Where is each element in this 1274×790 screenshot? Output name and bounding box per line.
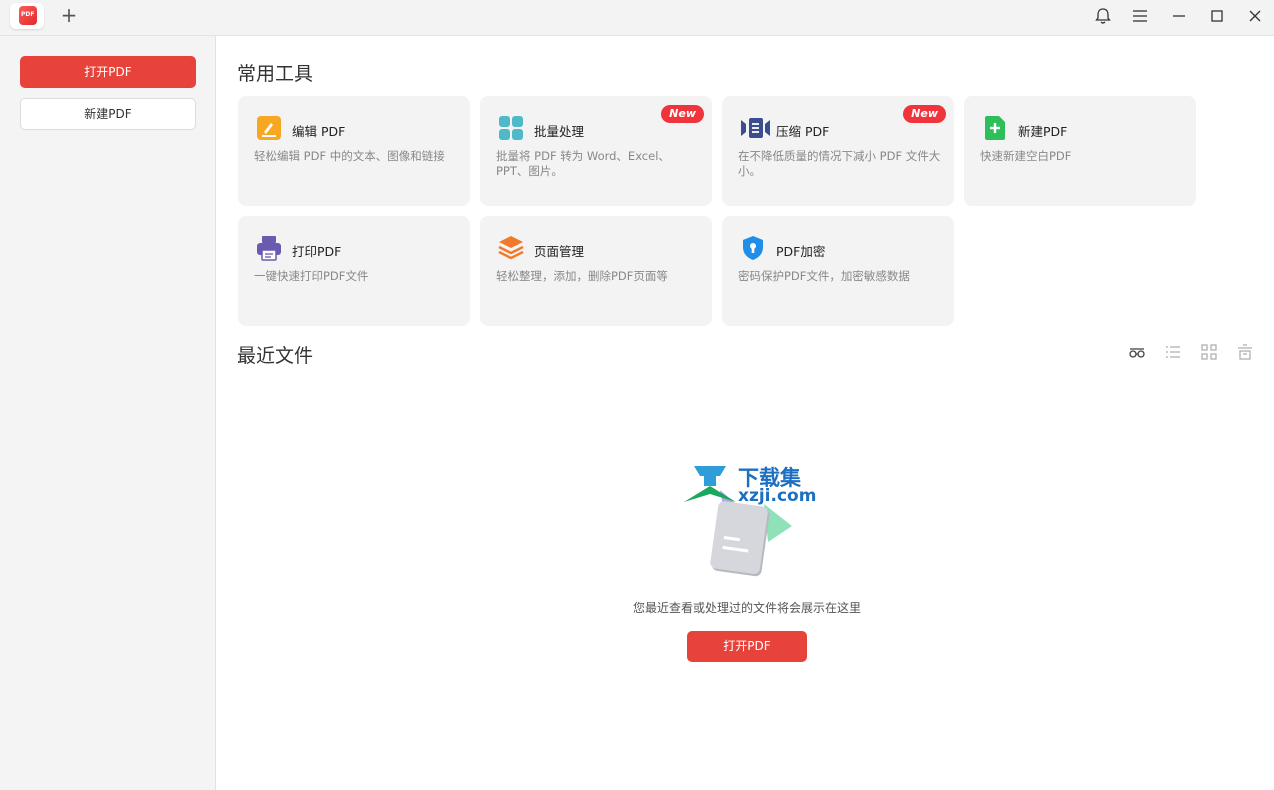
open-pdf-main-button[interactable]: 打开PDF xyxy=(687,631,807,662)
tool-card-desc: 快速新建空白PDF xyxy=(980,149,1072,163)
tools-section-title: 常用工具 xyxy=(237,63,314,85)
tool-card-title: 批量处理 xyxy=(534,124,585,139)
minimize-button[interactable] xyxy=(1167,6,1191,26)
new-badge: New xyxy=(661,105,704,123)
print-icon xyxy=(256,235,282,261)
tool-card-desc: 在不降低质量的情况下减小 PDF 文件大小。 xyxy=(738,149,941,178)
title-bar: PDF + xyxy=(0,0,1274,36)
list-view-icon[interactable] xyxy=(1164,343,1182,361)
tool-card-title: 新建PDF xyxy=(1018,124,1068,139)
tool-card-new-pdf[interactable]: 新建PDF 快速新建空白PDF xyxy=(964,96,1196,206)
tool-card-desc: 批量将 PDF 转为 Word、Excel、PPT、图片。 xyxy=(496,149,670,178)
tool-card-desc: 轻松编辑 PDF 中的文本、图像和链接 xyxy=(254,149,445,163)
tool-card-pages[interactable]: 页面管理 轻松整理，添加，删除PDF页面等 xyxy=(480,216,712,326)
new-pdf-button[interactable]: 新建PDF xyxy=(20,98,196,130)
pages-icon xyxy=(498,235,524,261)
recent-section-title: 最近文件 xyxy=(237,345,314,367)
app-tab[interactable]: PDF xyxy=(10,3,44,29)
shield-icon xyxy=(740,235,766,261)
edit-icon xyxy=(256,115,282,141)
compress-icon xyxy=(740,115,770,141)
notification-bell-icon[interactable] xyxy=(1091,6,1115,26)
maximize-button[interactable] xyxy=(1205,6,1229,26)
new-pdf-icon xyxy=(982,115,1008,141)
tool-card-title: 页面管理 xyxy=(534,244,585,259)
tool-card-desc: 一键快速打印PDF文件 xyxy=(254,269,369,283)
clear-icon[interactable] xyxy=(1236,343,1254,361)
tool-card-print[interactable]: 打印PDF 一键快速打印PDF文件 xyxy=(238,216,470,326)
app-logo-icon: PDF xyxy=(19,6,37,25)
empty-state-illustration: 下载集 xzji.com xyxy=(680,462,820,582)
watermark-en-text: xzji.com xyxy=(738,486,817,506)
add-tab-button[interactable]: + xyxy=(60,5,78,25)
tool-card-title: 编辑 PDF xyxy=(292,124,346,139)
new-badge: New xyxy=(903,105,946,123)
batch-icon xyxy=(498,115,524,141)
tool-card-title: 压缩 PDF xyxy=(776,124,830,139)
tool-card-batch[interactable]: 批量处理 批量将 PDF 转为 Word、Excel、PPT、图片。 New xyxy=(480,96,712,206)
tool-card-desc: 密码保护PDF文件，加密敏感数据 xyxy=(738,269,910,283)
tool-card-desc: 轻松整理，添加，删除PDF页面等 xyxy=(496,269,668,283)
app-logo-text: PDF xyxy=(21,11,35,18)
empty-state-text: 您最近查看或处理过的文件将会展示在这里 xyxy=(632,601,861,615)
grid-view-icon[interactable] xyxy=(1200,343,1218,361)
open-pdf-button[interactable]: 打开PDF xyxy=(20,56,196,88)
tool-card-title: PDF加密 xyxy=(776,244,826,259)
close-button[interactable] xyxy=(1243,6,1267,26)
sidebar: 打开PDF 新建PDF xyxy=(0,36,216,790)
tool-card-encrypt[interactable]: PDF加密 密码保护PDF文件，加密敏感数据 xyxy=(722,216,954,326)
menu-icon[interactable] xyxy=(1128,6,1152,26)
glasses-view-icon[interactable] xyxy=(1128,343,1146,361)
tool-card-compress[interactable]: 压缩 PDF 在不降低质量的情况下减小 PDF 文件大小。 New xyxy=(722,96,954,206)
tool-card-title: 打印PDF xyxy=(292,244,342,259)
tool-card-edit-pdf[interactable]: 编辑 PDF 轻松编辑 PDF 中的文本、图像和链接 xyxy=(238,96,470,206)
